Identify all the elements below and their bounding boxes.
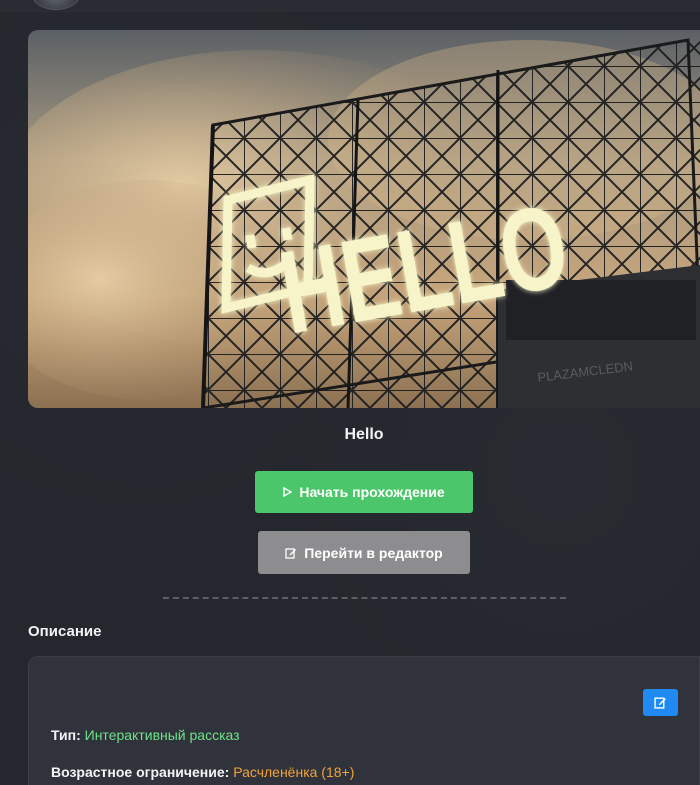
open-editor-label: Перейти в редактор — [304, 544, 443, 561]
age-rating-key: Возрастное ограничение: — [51, 764, 230, 780]
story-title: Hello — [344, 426, 384, 443]
edit-icon — [654, 696, 667, 709]
story-cover-image: HELLO PLAZAMCLEDN — [28, 30, 700, 408]
edit-icon — [285, 547, 297, 559]
play-outline-icon — [283, 487, 293, 497]
start-playthrough-label: Начать прохождение — [299, 484, 445, 500]
section-divider — [163, 597, 566, 599]
open-editor-button[interactable]: Перейти в редактор — [258, 531, 470, 574]
age-rating-value[interactable]: Расчленёнка (18+) — [233, 764, 354, 780]
story-type-key: Тип: — [51, 727, 81, 743]
story-type-row: Тип: Интерактивный рассказ — [51, 727, 240, 743]
story-type-value[interactable]: Интерактивный рассказ — [85, 727, 240, 743]
description-heading: Описание — [28, 623, 102, 640]
top-bar — [0, 0, 700, 12]
edit-description-button[interactable] — [643, 689, 678, 716]
start-playthrough-button[interactable]: Начать прохождение — [255, 471, 473, 513]
age-rating-row: Возрастное ограничение: Расчленёнка (18+… — [51, 764, 354, 780]
